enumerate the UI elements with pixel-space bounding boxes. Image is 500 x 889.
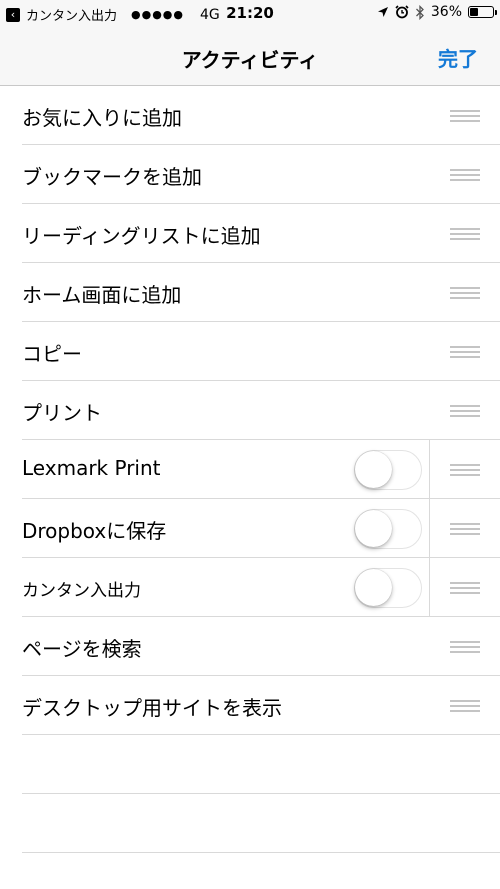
reorder-handle-icon[interactable]: [450, 700, 480, 712]
navigation-bar: アクティビティ 完了: [0, 28, 500, 86]
location-icon: [377, 7, 388, 17]
activity-label: Dropboxに保存: [22, 519, 167, 543]
reorder-handle-icon[interactable]: [450, 641, 480, 653]
activity-row[interactable]: コピー: [0, 322, 500, 381]
activity-toggle[interactable]: [354, 568, 422, 608]
activity-toggle[interactable]: [354, 509, 422, 549]
activity-label: カンタン入出力: [22, 581, 141, 601]
reorder-handle-icon[interactable]: [450, 523, 480, 535]
activity-row[interactable]: Lexmark Print: [0, 440, 500, 499]
status-right: 36%: [377, 4, 497, 20]
activity-label: ブックマークを追加: [22, 165, 202, 189]
reorder-handle-icon[interactable]: [450, 228, 480, 240]
page-title: アクティビティ: [181, 48, 319, 72]
activity-row[interactable]: デスクトップ用サイトを表示: [0, 676, 500, 735]
activity-list: お気に入りに追加 ブックマークを追加リーディングリストに追加 ホーム画面に追加 コピー…: [0, 86, 500, 853]
reorder-handle-icon[interactable]: [450, 464, 480, 476]
battery-fill: [470, 8, 478, 16]
activity-label: ホーム画面に追加: [22, 283, 182, 307]
activity-row[interactable]: プリント: [0, 381, 500, 440]
toggle-knob: [355, 451, 392, 488]
toggle-knob: [355, 569, 392, 606]
reorder-handle-icon[interactable]: [450, 169, 480, 181]
activity-label: お気に入りに追加: [22, 106, 182, 130]
activity-label: デスクトップ用サイトを表示: [22, 696, 282, 720]
battery-percent: 36%: [430, 4, 462, 20]
empty-row: [0, 794, 500, 853]
activity-label: Lexmark Print: [22, 456, 161, 480]
row-divider: [429, 440, 430, 499]
alarm-icon: [395, 5, 409, 19]
activity-row[interactable]: ホーム画面に追加: [0, 263, 500, 322]
activity-label: ページを検索: [22, 637, 142, 661]
activity-row[interactable]: お気に入りに追加: [0, 86, 500, 145]
battery-icon: [468, 6, 497, 18]
row-divider: [429, 558, 430, 617]
row-divider: [429, 499, 430, 558]
activity-label: コピー: [22, 342, 82, 366]
done-button[interactable]: 完了: [438, 43, 478, 72]
reorder-handle-icon[interactable]: [450, 346, 480, 358]
reorder-handle-icon[interactable]: [450, 287, 480, 299]
reorder-handle-icon[interactable]: [450, 405, 480, 417]
activity-label: リーディングリストに追加: [22, 224, 261, 248]
status-bar: ‹ カンタン入出力 ●●●●● 4G 21:20 36%: [0, 0, 500, 28]
reorder-handle-icon[interactable]: [450, 110, 480, 122]
reorder-handle-icon[interactable]: [450, 582, 480, 594]
bluetooth-icon: [415, 4, 424, 20]
empty-row: [0, 735, 500, 794]
activity-label: プリント: [22, 401, 102, 425]
activity-row[interactable]: ブックマークを追加: [0, 145, 500, 204]
activity-row[interactable]: リーディングリストに追加: [0, 204, 500, 263]
activity-toggle[interactable]: [354, 450, 422, 490]
activity-row[interactable]: カンタン入出力: [0, 558, 500, 617]
activity-row[interactable]: ページを検索: [0, 617, 500, 676]
toggle-knob: [355, 510, 392, 547]
activity-row[interactable]: Dropboxに保存: [0, 499, 500, 558]
